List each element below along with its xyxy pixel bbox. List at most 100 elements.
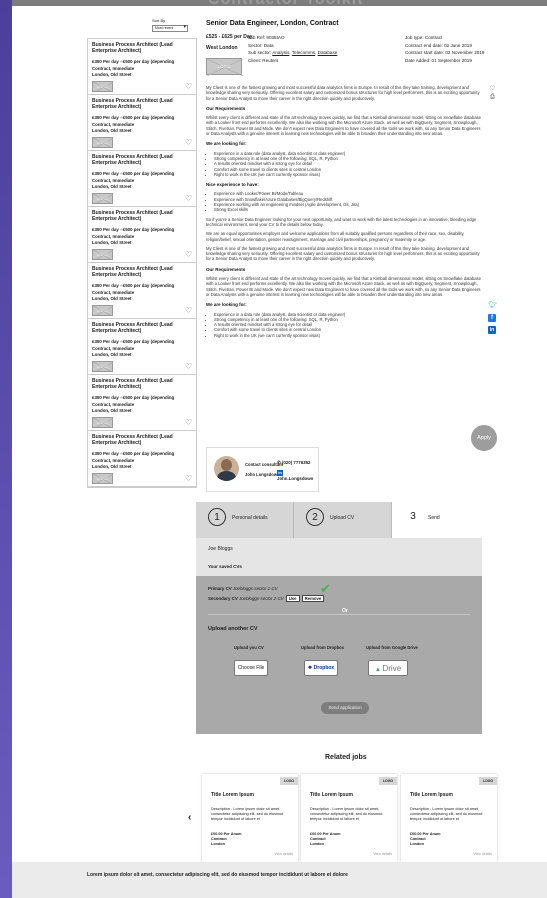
contact-card: Contact consultant John Longsdown ✆ (020… bbox=[206, 447, 319, 492]
heart-icon[interactable]: ♡ bbox=[185, 474, 192, 483]
intro-paragraph-2: My Client is one of the fastest growing … bbox=[206, 245, 480, 262]
logo-label: LOGO bbox=[96, 196, 109, 201]
related-job-card[interactable]: LOGO Title Lorem Ipsum Description - Lorem… bbox=[202, 774, 298, 862]
job-list-rate: £350 Per day - £500 per day (depending bbox=[92, 395, 175, 400]
job-list-logo: LOGO bbox=[92, 81, 113, 92]
saved-cvs-label: Your saved CVs bbox=[208, 564, 242, 569]
heart-icon[interactable]: ♡ bbox=[185, 250, 192, 259]
application-panel: 1 Personal details 2 Upload CV 3 Send Jo… bbox=[196, 502, 482, 734]
contact-phone[interactable]: ✆ (020) 7776352 bbox=[277, 460, 310, 466]
job-list: Business Process Architect (Lead Enterpr… bbox=[87, 38, 197, 488]
list-item: Right to work in the UK (we can't curren… bbox=[214, 333, 484, 338]
list-item: Right to work in the UK (we can't curren… bbox=[214, 172, 484, 177]
related-location: London bbox=[310, 842, 324, 846]
related-rate: £00.00 Per Anum bbox=[211, 832, 242, 836]
facebook-icon[interactable]: f bbox=[488, 314, 496, 322]
job-list-item[interactable]: Business Process Architect (Lead Enterpr… bbox=[88, 207, 196, 263]
step-number: 1 bbox=[208, 508, 226, 526]
heart-icon[interactable]: ♡ bbox=[185, 82, 192, 91]
phone-number: (020) 7776352 bbox=[281, 460, 311, 465]
logo-label: LOGO bbox=[96, 252, 109, 257]
job-list-location: London, Old Street bbox=[92, 296, 132, 301]
use-cv-button[interactable]: Use bbox=[285, 595, 300, 602]
job-list-title: Business Process Architect (Lead Enterpr… bbox=[92, 42, 173, 54]
job-list-rate: £350 Per day - £500 per day (depending bbox=[92, 59, 175, 64]
job-list-item[interactable]: Business Process Architect (Lead Enterpr… bbox=[88, 319, 196, 375]
dropbox-button[interactable]: ❖ Dropbox bbox=[304, 660, 338, 676]
job-list-item[interactable]: Business Process Architect (Lead Enterpr… bbox=[88, 375, 196, 431]
job-list-logo: LOGO bbox=[92, 361, 113, 372]
related-rate: £00.00 Per Anum bbox=[310, 832, 341, 836]
secondary-cv-row: Secondary CV Joebloggs-sector 2-CV Use Rem… bbox=[208, 595, 325, 602]
related-type: Contract bbox=[410, 837, 426, 841]
content: Sort By Most recent Business Process Arc… bbox=[12, 6, 547, 862]
job-list-title: Business Process Architect (Lead Enterpr… bbox=[92, 266, 173, 278]
heart-icon[interactable]: ♡ bbox=[185, 418, 192, 427]
primary-cv-file[interactable]: Joebloggs-sector 1-CV bbox=[233, 586, 278, 591]
send-application-button[interactable]: Send application bbox=[321, 702, 369, 714]
step-send[interactable]: 3 Send bbox=[392, 502, 482, 538]
view-details-link[interactable]: View details bbox=[373, 852, 392, 856]
logo-label: LOGO bbox=[96, 308, 109, 313]
list-item: Strong Excel skills bbox=[214, 207, 484, 212]
step-upload-cv[interactable]: 2 Upload CV bbox=[294, 502, 392, 538]
subsector-link-telecomms[interactable]: Telecomms bbox=[292, 50, 315, 55]
view-details-link[interactable]: View details bbox=[274, 852, 293, 856]
related-job-card[interactable]: LOGO Title Lorem Ipsum Description - Lorem… bbox=[301, 774, 397, 862]
subsector-prefix: Sub sector: bbox=[248, 50, 273, 55]
job-list-item[interactable]: Business Process Architect (Lead Enterpr… bbox=[88, 151, 196, 207]
job-description: My Client is one of the fastest growing … bbox=[206, 85, 484, 338]
heart-icon[interactable]: ♡ bbox=[185, 194, 192, 203]
drive-button[interactable]: ▲ Drive bbox=[368, 660, 408, 676]
job-list-title: Business Process Architect (Lead Enterpr… bbox=[92, 322, 173, 334]
contact-linkedin[interactable]: inJohn.Longsdown bbox=[277, 470, 318, 481]
heart-icon[interactable]: ♡ bbox=[490, 85, 495, 92]
step-label: Personal details bbox=[232, 515, 268, 521]
apply-button[interactable]: Apply bbox=[471, 425, 497, 451]
logo-label: LOGO bbox=[217, 64, 231, 69]
heart-icon[interactable]: ♡ bbox=[185, 138, 192, 147]
so-paragraph: So if you're a Senior Data Engineer look… bbox=[206, 216, 477, 227]
job-list-logo: LOGO bbox=[92, 137, 113, 148]
job-sector: Sector: Data bbox=[248, 42, 274, 48]
looking-list-2: Experience in a data role (data analyst,… bbox=[214, 312, 484, 338]
related-title: Title Lorem Ipsum bbox=[410, 792, 453, 798]
related-description: Description - Lorem ipsum dolor sit amet… bbox=[310, 807, 383, 821]
sort-select[interactable]: Most recent bbox=[152, 25, 188, 32]
job-list-item[interactable]: Business Process Architect (Lead Enterpr… bbox=[88, 263, 196, 319]
subsector-link-analysis[interactable]: Analysis bbox=[272, 50, 289, 55]
related-job-card[interactable]: LOGO Title Lorem Ipsum Description - Lorem… bbox=[401, 774, 497, 862]
applicant-info: Joe Bloggs Your saved CVs bbox=[196, 538, 482, 576]
step-personal-details[interactable]: 1 Personal details bbox=[196, 502, 294, 538]
looking-heading-2: We are looking for: bbox=[206, 302, 247, 308]
dropbox-label: Upload from Dropbox bbox=[301, 645, 345, 650]
job-list-logo: LOGO bbox=[92, 249, 113, 260]
job-dates: Job type: Contract Contract end date: 02… bbox=[405, 34, 484, 64]
secondary-cv-file[interactable]: Joebloggs-sector 2-CV bbox=[239, 596, 284, 601]
twitter-icon[interactable]: 🐦︎ bbox=[488, 302, 497, 310]
view-details-link[interactable]: View details bbox=[473, 852, 492, 856]
subsector-link-database[interactable]: Database bbox=[318, 50, 338, 55]
related-type: Contract bbox=[211, 837, 227, 841]
prev-arrow-icon[interactable]: ‹ bbox=[188, 812, 191, 823]
job-list-location: London, Old Street bbox=[92, 184, 132, 189]
job-list-location: London, Old Street bbox=[92, 240, 132, 245]
requirements-paragraph: Whilst every client is different and sta… bbox=[206, 115, 481, 137]
heart-icon[interactable]: ♡ bbox=[185, 306, 192, 315]
job-list-item[interactable]: Business Process Architect (Lead Enterpr… bbox=[88, 95, 196, 151]
footer-text: Lorem ipsum dolor sit amet, consectetur … bbox=[87, 872, 348, 878]
job-list-item[interactable]: Business Process Architect (Lead Enterpr… bbox=[88, 39, 196, 95]
job-client: Client: Reuters bbox=[248, 57, 279, 63]
print-icon[interactable]: ⎙ bbox=[490, 94, 495, 101]
related-title: Title Lorem Ipsum bbox=[211, 792, 254, 798]
job-list-item[interactable]: Business Process Architect (Lead Enterpr… bbox=[88, 431, 196, 487]
heart-icon[interactable]: ♡ bbox=[185, 362, 192, 371]
related-logo: LOGO bbox=[280, 777, 298, 785]
remove-cv-button[interactable]: Remove bbox=[301, 595, 325, 602]
step-number: 2 bbox=[306, 508, 324, 526]
linkedin-icon[interactable]: in bbox=[488, 326, 496, 334]
requirements-heading: Our Requirements bbox=[206, 105, 246, 111]
choose-file-button[interactable]: Choose File bbox=[234, 660, 268, 676]
job-list-logo: LOGO bbox=[92, 417, 113, 428]
related-heading: Related jobs bbox=[325, 754, 367, 761]
